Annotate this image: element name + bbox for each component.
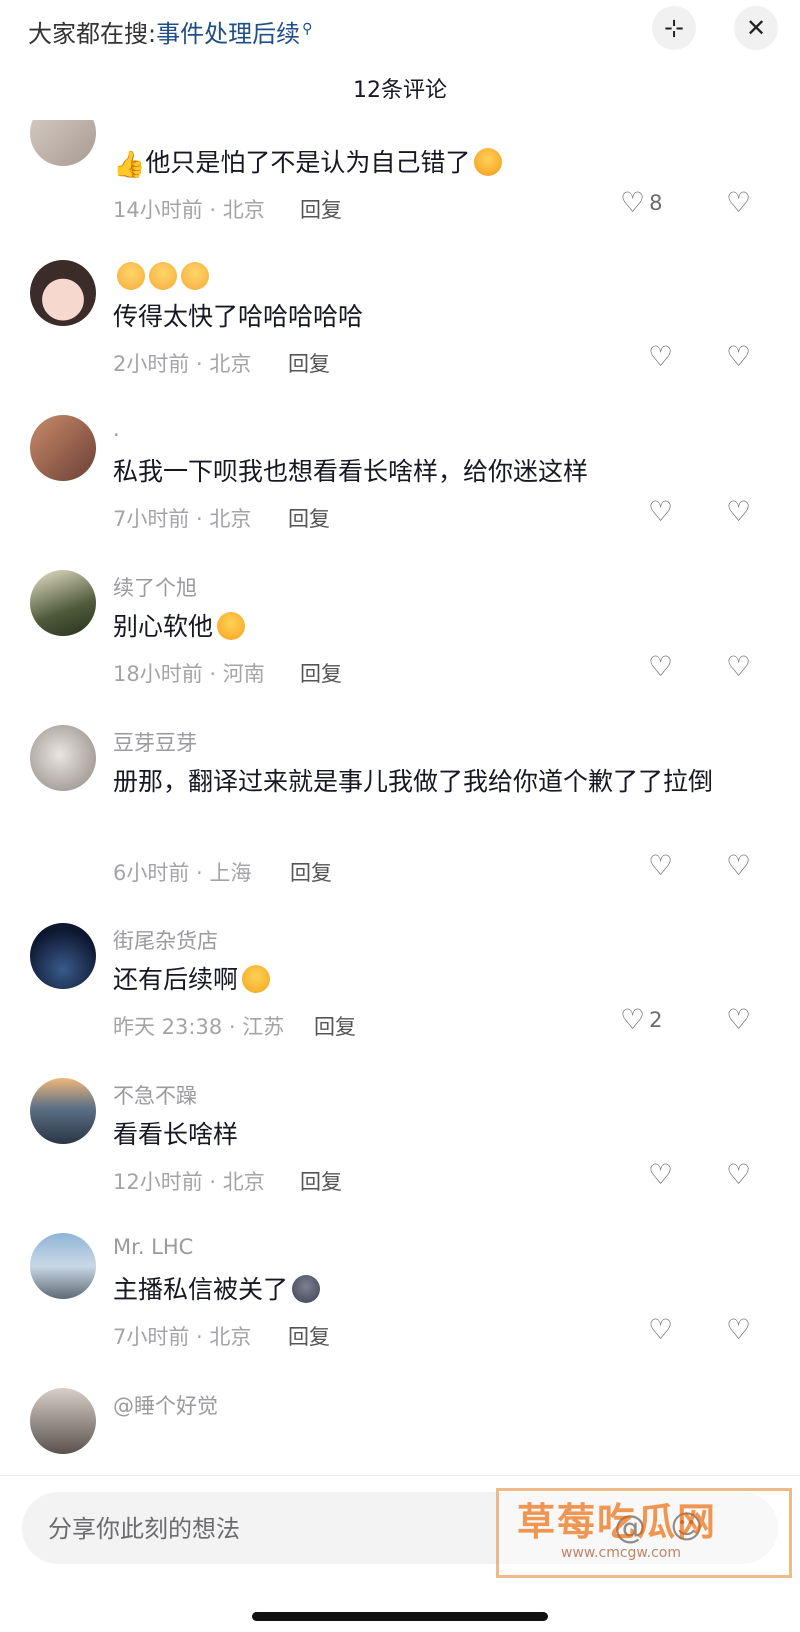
heart-outline-icon: ♡ xyxy=(648,495,674,528)
avatar[interactable] xyxy=(30,120,96,166)
broken-heart-icon[interactable]: ♡ xyxy=(726,186,751,219)
thinking-emoji-icon xyxy=(242,965,271,993)
thumbs-up-emoji-icon: 👍 xyxy=(113,150,146,180)
username[interactable]: @睡个好觉 xyxy=(113,1390,218,1420)
like-button[interactable]: ♡ 8 xyxy=(620,186,662,219)
like-button[interactable]: ♡ xyxy=(648,495,673,528)
reply-button[interactable]: 回复 xyxy=(288,503,330,533)
comment-text: 看看长啥样 xyxy=(113,1120,239,1149)
heart-outline-icon: ♡ xyxy=(648,849,674,882)
like-count: 8 xyxy=(649,190,663,215)
username[interactable]: Mr. LHC xyxy=(113,1235,193,1259)
username[interactable]: 街尾杂货店 xyxy=(113,925,218,955)
like-button[interactable]: ♡ xyxy=(648,849,673,882)
collapse-icon: ⊹ xyxy=(663,14,685,42)
comment-meta: 2小时前 · 北京 xyxy=(113,352,252,376)
username[interactable]: 续了个旭 xyxy=(113,572,197,602)
search-query-link[interactable]: 事件处理后续 xyxy=(156,20,300,48)
broken-heart-icon[interactable]: ♡ xyxy=(726,1313,751,1346)
like-button[interactable]: ♡ xyxy=(648,1313,673,1346)
like-button[interactable]: ♡ xyxy=(648,650,673,683)
reply-button[interactable]: 回复 xyxy=(290,857,332,887)
reply-button[interactable]: 回复 xyxy=(288,1321,330,1351)
avatar[interactable] xyxy=(30,415,96,481)
comment-text: 传得太快了哈哈哈哈哈 xyxy=(113,302,364,331)
comment-meta: 7小时前 · 北京 xyxy=(113,1325,252,1349)
avatar[interactable] xyxy=(30,570,96,636)
heart-outline-icon: ♡ xyxy=(648,340,674,373)
comment-meta: 12小时前 · 北京 xyxy=(113,1170,265,1194)
comment-meta: 6小时前 · 上海 xyxy=(113,861,252,885)
reply-button[interactable]: 回复 xyxy=(288,348,330,378)
surprised-emoji-icon xyxy=(181,262,209,290)
broken-heart-icon[interactable]: ♡ xyxy=(726,340,751,373)
heart-outline-icon: ♡ xyxy=(648,1313,674,1346)
heart-outline-icon: ♡ xyxy=(648,1158,674,1191)
broken-heart-icon[interactable]: ♡ xyxy=(726,495,751,528)
reply-button[interactable]: 回复 xyxy=(300,658,342,688)
broken-heart-icon[interactable]: ♡ xyxy=(726,1158,751,1191)
search-prefix: 大家都在搜: xyxy=(28,20,157,48)
heart-outline-icon: ♡ xyxy=(620,1003,646,1036)
reply-button[interactable]: 回复 xyxy=(314,1011,356,1041)
crying-laughing-emoji-icon xyxy=(217,612,246,640)
comment-meta: 昨天 23:38 · 江苏 xyxy=(113,1015,285,1039)
username[interactable]: 豆芽豆芽 xyxy=(113,727,197,757)
broken-heart-icon[interactable]: ♡ xyxy=(726,650,751,683)
comment-text: 还有后续啊 xyxy=(113,957,753,1003)
collapse-button[interactable]: ⊹ xyxy=(652,6,696,50)
like-button[interactable]: ♡ 2 xyxy=(620,1003,662,1036)
heart-outline-icon: ♡ xyxy=(620,186,646,219)
laughing-emoji-icon xyxy=(474,148,503,176)
close-button[interactable]: ✕ xyxy=(734,6,778,50)
avatar[interactable] xyxy=(30,1078,96,1144)
comment-text: 私我一下呗我也想看看长啥样，给你迷这样 xyxy=(113,457,589,486)
username[interactable]: . xyxy=(113,417,120,441)
comment-count-title: 12条评论 xyxy=(353,78,447,103)
comment-input[interactable] xyxy=(46,1492,490,1566)
site-watermark: 草莓吃瓜网 www.cmcgw.com xyxy=(496,1488,792,1578)
surprised-emoji-icon xyxy=(117,262,145,290)
home-indicator[interactable] xyxy=(252,1612,548,1621)
comment-text: 主播私信被关了 xyxy=(113,1267,753,1313)
like-button[interactable]: ♡ xyxy=(648,1158,673,1191)
reply-button[interactable]: 回复 xyxy=(300,1166,342,1196)
comment-input-footer: @ ☺ 草莓吃瓜网 www.cmcgw.com xyxy=(0,1475,800,1632)
reply-button[interactable]: 回复 xyxy=(300,194,342,224)
avatar[interactable] xyxy=(30,1388,96,1454)
comment-text: 别心软他 xyxy=(113,604,753,650)
heart-outline-icon: ♡ xyxy=(648,650,674,683)
comment-meta: 14小时前 · 北京 xyxy=(113,198,265,222)
gloomy-face-emoji-icon xyxy=(292,1275,321,1303)
avatar[interactable] xyxy=(30,923,96,989)
comment-text: 👍他只是怕了不是认为自己错了 xyxy=(113,140,753,188)
comment-meta: 18小时前 · 河南 xyxy=(113,662,265,686)
username[interactable]: 不急不躁 xyxy=(113,1080,197,1110)
like-button[interactable]: ♡ xyxy=(648,340,673,373)
comment-list[interactable]: 👍他只是怕了不是认为自己错了 14小时前 · 北京 回复 ♡ 8 ♡ 传得太快了哈… xyxy=(0,120,800,1475)
avatar[interactable] xyxy=(30,260,96,326)
like-count: 2 xyxy=(649,1007,663,1032)
avatar[interactable] xyxy=(30,725,96,791)
comments-header: 大家都在搜:事件处理后续 ⚲ ⊹ ✕ 12条评论 xyxy=(0,0,800,120)
broken-heart-icon[interactable]: ♡ xyxy=(726,849,751,882)
avatar[interactable] xyxy=(30,1233,96,1299)
search-icon: ⚲ xyxy=(302,21,313,37)
watermark-title: 草莓吃瓜网 xyxy=(517,1500,718,1544)
broken-heart-icon[interactable]: ♡ xyxy=(726,1003,751,1036)
close-icon: ✕ xyxy=(745,14,767,42)
watermark-url: www.cmcgw.com xyxy=(561,1545,681,1561)
comment-meta: 7小时前 · 北京 xyxy=(113,507,252,531)
search-suggestion[interactable]: 大家都在搜:事件处理后续 ⚲ xyxy=(28,14,312,49)
comment-text: 册那，翻译过来就是事儿我做了我给你道个歉了了拉倒 xyxy=(113,767,714,796)
surprised-emoji-icon xyxy=(149,262,177,290)
